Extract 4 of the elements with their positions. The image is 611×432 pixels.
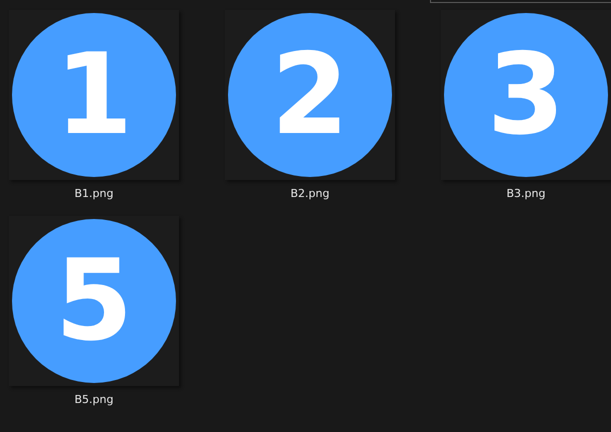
file-name: B2.png <box>290 187 330 200</box>
file-name: B3.png <box>506 187 546 200</box>
file-name: B5.png <box>74 393 114 406</box>
file-name: B1.png <box>74 187 114 200</box>
